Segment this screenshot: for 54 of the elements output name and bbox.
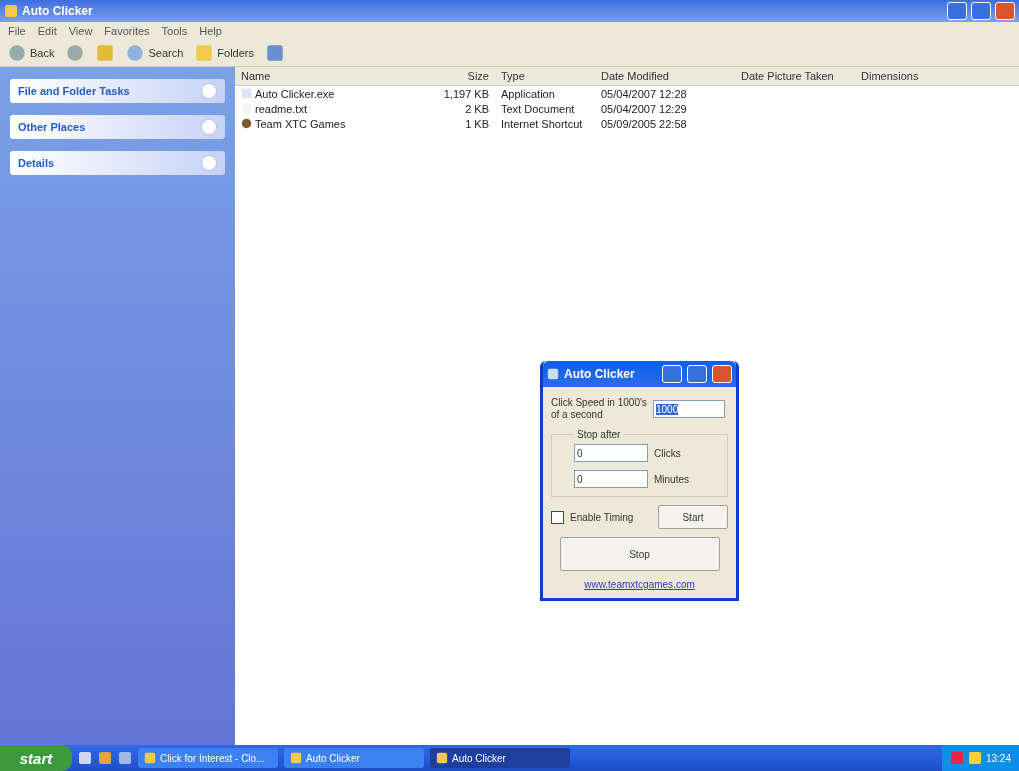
start-button[interactable]: Start: [658, 505, 728, 529]
table-cell-text: Internet Shortcut: [500, 117, 584, 130]
speed-label: Click Speed in 1000's of a second: [551, 397, 647, 421]
search-button[interactable]: Search: [124, 44, 186, 62]
taskbar-button[interactable]: Click for Interest - Clo...: [138, 748, 278, 768]
file-name: readme.txt: [255, 102, 307, 115]
menu-item[interactable]: File: [8, 25, 26, 37]
menu-item[interactable]: Tools: [161, 25, 188, 37]
table-cell-text: Text Document: [500, 102, 576, 115]
file-name-cell[interactable]: Team XTC Games: [235, 117, 425, 130]
table-cell-text: 1 KB: [464, 117, 490, 130]
menu-item[interactable]: Help: [199, 25, 222, 37]
group-label: Stop after: [576, 429, 622, 440]
section-title: Other Places: [18, 121, 86, 133]
table-cell-text: 05/09/2005 22:58: [600, 117, 688, 130]
file-name-cell[interactable]: readme.txt: [235, 102, 425, 115]
column-header[interactable]: Dimensions: [855, 70, 975, 82]
checkbox-label: Enable Timing: [570, 511, 634, 523]
section-title: Details: [18, 157, 55, 169]
back-button[interactable]: Back: [6, 44, 57, 62]
clock: 13:24: [985, 752, 1011, 764]
column-header[interactable]: Date Picture Taken: [735, 70, 855, 82]
start-button[interactable]: start: [0, 745, 72, 771]
column-header[interactable]: Name: [235, 70, 425, 82]
speed-field[interactable]: 1000: [653, 400, 725, 418]
section-title: File and Folder Tasks: [18, 85, 130, 97]
task-pane-header[interactable]: Details: [10, 151, 225, 175]
table-cell-text: 05/04/2007 12:29: [600, 102, 688, 115]
column-header[interactable]: Type: [495, 70, 595, 82]
file-name-cell[interactable]: Auto Clicker.exe: [235, 87, 425, 100]
taskbar-button[interactable]: Auto Clicker: [430, 748, 570, 768]
stop-button[interactable]: Stop: [559, 537, 720, 571]
menu-item[interactable]: View: [68, 25, 93, 37]
menu-item[interactable]: Edit: [37, 25, 57, 37]
menu-item[interactable]: Favorites: [104, 25, 150, 37]
field-label: Minutes: [654, 473, 689, 485]
table-cell-text: Application: [500, 87, 556, 100]
clicks-field[interactable]: 0: [574, 444, 648, 462]
table-cell-text: 05/04/2007 12:28: [600, 87, 688, 100]
task-pane-header[interactable]: File and Folder Tasks: [10, 79, 225, 103]
column-header[interactable]: Size: [425, 70, 495, 82]
minutes-field[interactable]: 0: [574, 470, 648, 488]
taskbar-button[interactable]: Auto Clicker: [284, 748, 424, 768]
folders-button[interactable]: Folders: [193, 44, 256, 62]
table-cell-text: 2 KB: [464, 102, 490, 115]
file-name: Team XTC Games: [255, 117, 346, 130]
field-label: Clicks: [654, 447, 681, 459]
column-header[interactable]: Date Modified: [595, 70, 735, 82]
dialog-title: Auto Clicker: [564, 367, 636, 381]
table-cell-text: 1,197 KB: [442, 87, 490, 100]
file-name: Auto Clicker.exe: [255, 87, 335, 100]
website-link[interactable]: www.teamxtcgames.com: [551, 579, 728, 590]
window-title: Auto Clicker: [22, 4, 94, 18]
task-pane-header[interactable]: Other Places: [10, 115, 225, 139]
